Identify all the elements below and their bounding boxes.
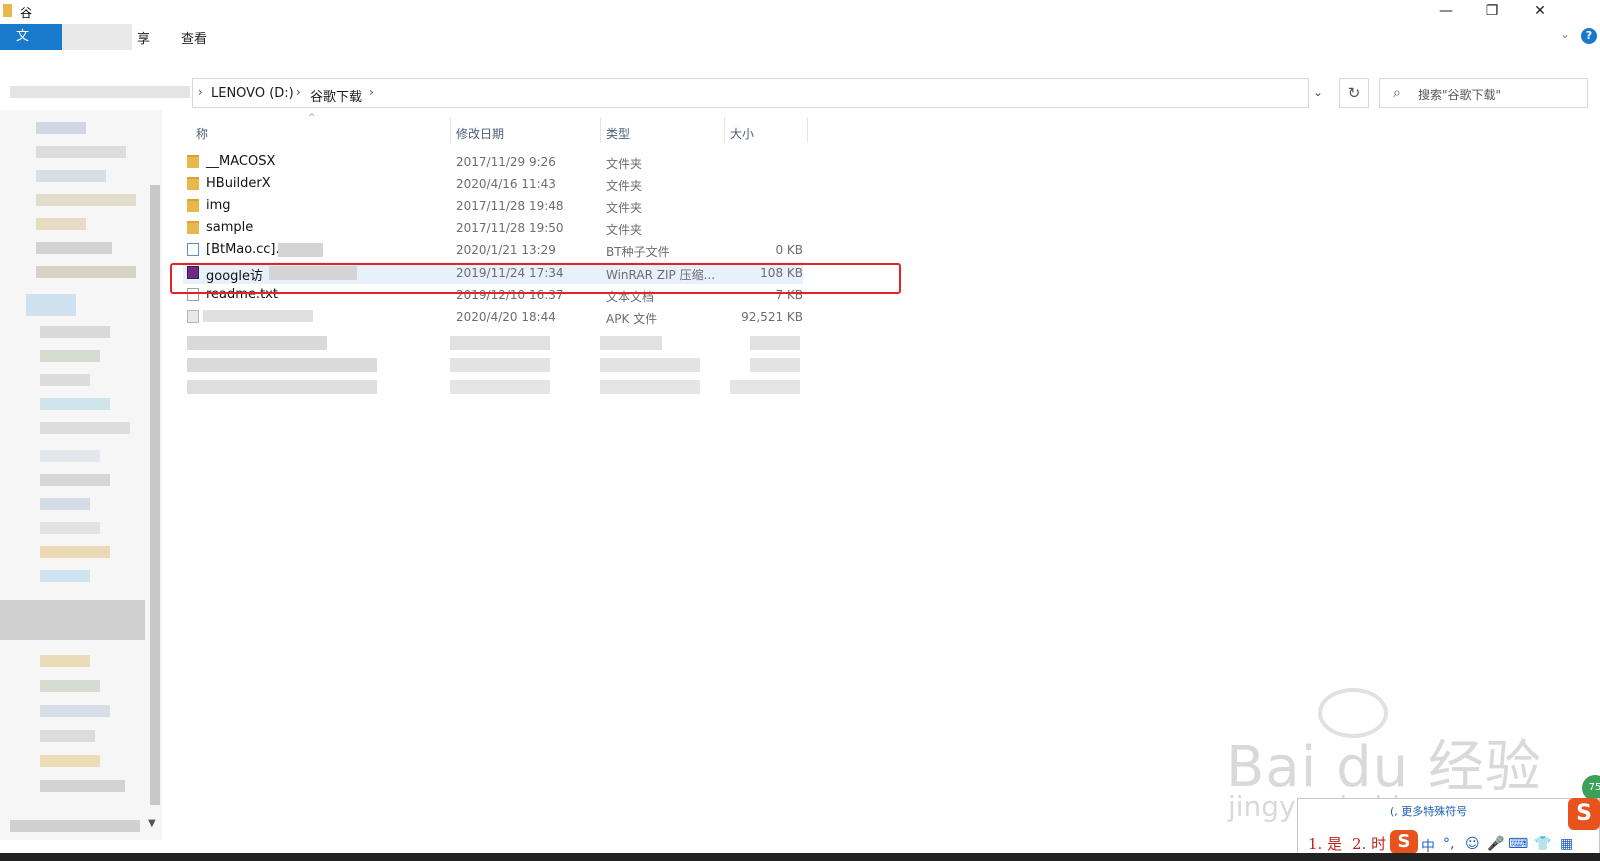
file-date: 2017/11/28 19:48 xyxy=(456,199,564,213)
ime-toolbox-icon[interactable]: ▦ xyxy=(1560,836,1573,852)
file-type: 文件夹 xyxy=(606,201,643,215)
apk-icon xyxy=(187,310,199,323)
redacted-text xyxy=(203,310,313,322)
search-placeholder: 搜索"谷歌下载" xyxy=(1418,88,1502,102)
file-row[interactable]: HBuilderX 2020/4/16 11:43 文件夹 xyxy=(183,173,803,195)
breadcrumb-separator: › xyxy=(198,85,203,99)
column-divider[interactable] xyxy=(600,117,601,143)
breadcrumb-folder[interactable]: 谷歌下载 xyxy=(310,86,362,105)
ime-keyboard-icon[interactable]: ⌨ xyxy=(1508,836,1528,852)
address-dropdown-icon[interactable]: ⌄ xyxy=(1313,85,1323,99)
file-date: 2020/4/20 18:44 xyxy=(456,310,556,324)
file-name: __MACOSX xyxy=(206,154,276,169)
redacted-row xyxy=(187,358,377,372)
scroll-down-icon[interactable]: ▼ xyxy=(148,818,156,829)
taskbar-edge xyxy=(0,853,1600,861)
file-name: img xyxy=(206,198,231,213)
file-row[interactable]: __MACOSX 2017/11/29 9:26 文件夹 xyxy=(183,151,803,173)
redacted-row xyxy=(730,380,800,394)
file-name: sample xyxy=(206,220,254,235)
column-header-size[interactable]: 大小 xyxy=(730,125,754,142)
sogou-icon[interactable]: S xyxy=(1390,830,1418,854)
minimize-button[interactable]: — xyxy=(1423,0,1469,24)
ime-hint: (, 更多特殊符号 xyxy=(1390,805,1468,818)
redacted-nav-buttons xyxy=(10,86,190,98)
file-date: 2020/4/16 11:43 xyxy=(456,177,556,191)
search-icon: ⌕ xyxy=(1393,85,1401,101)
file-row[interactable]: img 2017/11/28 19:48 文件夹 xyxy=(183,195,803,217)
folder-icon xyxy=(187,199,199,212)
ime-voice-icon[interactable]: 🎤 xyxy=(1487,836,1504,852)
file-name: HBuilderX xyxy=(206,176,271,191)
redacted-row xyxy=(450,380,550,394)
tab-file[interactable]: 文 xyxy=(0,24,62,50)
column-header-date[interactable]: 修改日期 xyxy=(456,125,504,142)
column-header-name[interactable]: 称 xyxy=(196,125,208,142)
refresh-button[interactable]: ↻ xyxy=(1339,78,1369,108)
redacted-row xyxy=(450,336,550,350)
sort-ascending-icon: ^ xyxy=(308,113,316,123)
maximize-button[interactable]: ❐ xyxy=(1469,0,1515,24)
redacted-row xyxy=(600,336,662,350)
tab-share[interactable]: 享 xyxy=(137,28,150,47)
column-divider[interactable] xyxy=(724,117,725,143)
window-title: 谷 xyxy=(20,6,33,20)
nav-scrollbar[interactable] xyxy=(150,185,160,805)
redacted-row xyxy=(750,336,800,350)
title-bar xyxy=(0,0,1600,24)
tab-view[interactable]: 查看 xyxy=(181,28,207,47)
redacted-row xyxy=(450,358,550,372)
column-header-type[interactable]: 类型 xyxy=(606,125,630,142)
breadcrumb-separator: › xyxy=(296,85,301,99)
file-date: 2020/1/21 13:29 xyxy=(456,243,556,257)
file-type: APK 文件 xyxy=(606,312,658,326)
redacted-row xyxy=(600,358,700,372)
folder-icon xyxy=(187,155,199,168)
file-type: 文件夹 xyxy=(606,179,643,193)
redacted-tabs xyxy=(62,24,132,50)
redacted-row xyxy=(600,380,700,394)
file-date: 2017/11/29 9:26 xyxy=(456,155,556,169)
ime-emoji-icon[interactable]: ☺ xyxy=(1465,836,1480,852)
file-row[interactable]: 2020/4/20 18:44 APK 文件 92,521 KB xyxy=(183,306,803,328)
ime-skin-icon[interactable]: 👕 xyxy=(1534,836,1551,852)
file-type: 文件夹 xyxy=(606,157,643,171)
folder-icon xyxy=(3,4,12,17)
torrent-icon xyxy=(187,243,199,256)
redacted-row xyxy=(187,380,377,394)
breadcrumb-separator: › xyxy=(369,85,374,99)
breadcrumb-drive[interactable]: LENOVO (D:) xyxy=(211,86,294,101)
close-button[interactable]: ✕ xyxy=(1517,0,1563,24)
ime-candidate[interactable]: 2. 时 xyxy=(1352,833,1386,854)
ribbon-expand-icon[interactable]: ⌄ xyxy=(1560,27,1570,41)
file-name: [BtMao.cc].t xyxy=(206,242,285,257)
sogou-logo-icon[interactable]: S xyxy=(1568,798,1600,830)
file-row[interactable]: sample 2017/11/28 19:50 文件夹 xyxy=(183,217,803,239)
column-divider[interactable] xyxy=(450,117,451,143)
folder-icon xyxy=(187,221,199,234)
file-size: 0 KB xyxy=(775,243,803,257)
ime-punctuation-icon[interactable]: °, xyxy=(1443,836,1454,852)
help-icon[interactable]: ? xyxy=(1581,28,1597,44)
navigation-pane xyxy=(0,110,162,840)
file-type: BT种子文件 xyxy=(606,245,670,259)
file-date: 2017/11/28 19:50 xyxy=(456,221,564,235)
file-size: 92,521 KB xyxy=(741,310,803,324)
redacted-row xyxy=(750,358,800,372)
redacted-row xyxy=(187,336,327,350)
redacted-text xyxy=(278,243,323,257)
file-row[interactable]: [BtMao.cc].t 2020/1/21 13:29 BT种子文件 0 KB xyxy=(183,239,803,261)
ribbon-tabs xyxy=(0,24,1600,51)
ime-candidate[interactable]: 1. 是 xyxy=(1308,833,1342,854)
highlight-box xyxy=(170,263,901,294)
file-type: 文件夹 xyxy=(606,223,643,237)
column-divider[interactable] xyxy=(807,117,808,143)
folder-icon xyxy=(187,177,199,190)
